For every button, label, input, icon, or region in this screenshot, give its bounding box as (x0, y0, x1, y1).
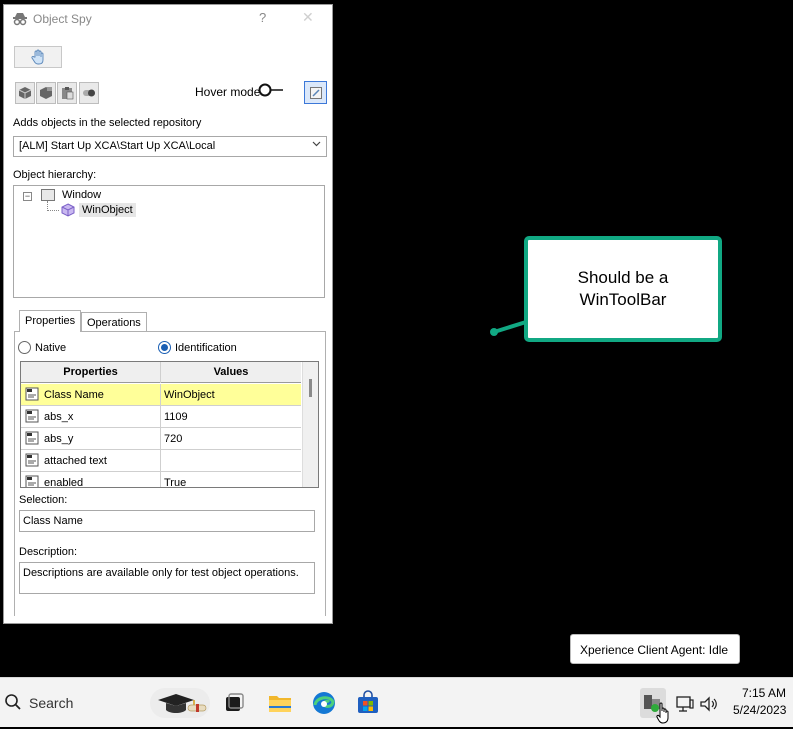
clock-date[interactable]: 5/24/2023 (733, 703, 786, 717)
tab-properties[interactable]: Properties (19, 310, 82, 332)
file-explorer-icon[interactable] (266, 689, 294, 717)
edge-browser-icon[interactable] (310, 689, 338, 717)
callout-line-1: Should be a (577, 268, 669, 287)
search-box[interactable]: Search (29, 695, 73, 711)
callout-pointer (490, 320, 527, 336)
search-highlight-graduation-icon[interactable] (150, 688, 210, 718)
clock-time[interactable]: 7:15 AM (742, 686, 786, 700)
mouse-cursor-icon (656, 702, 672, 726)
microsoft-store-icon[interactable] (354, 689, 382, 717)
callout-line-2: WinToolBar (579, 290, 667, 309)
taskbar: Search 7:15 AM 5/24/2023 (0, 677, 793, 727)
tray-tooltip: Xperience Client Agent: Idle (570, 634, 740, 664)
search-icon[interactable] (4, 693, 22, 711)
network-icon[interactable] (675, 694, 695, 714)
task-view-icon[interactable] (220, 689, 248, 717)
volume-icon[interactable] (699, 694, 719, 714)
callout-box: Should be a WinToolBar (524, 236, 722, 342)
